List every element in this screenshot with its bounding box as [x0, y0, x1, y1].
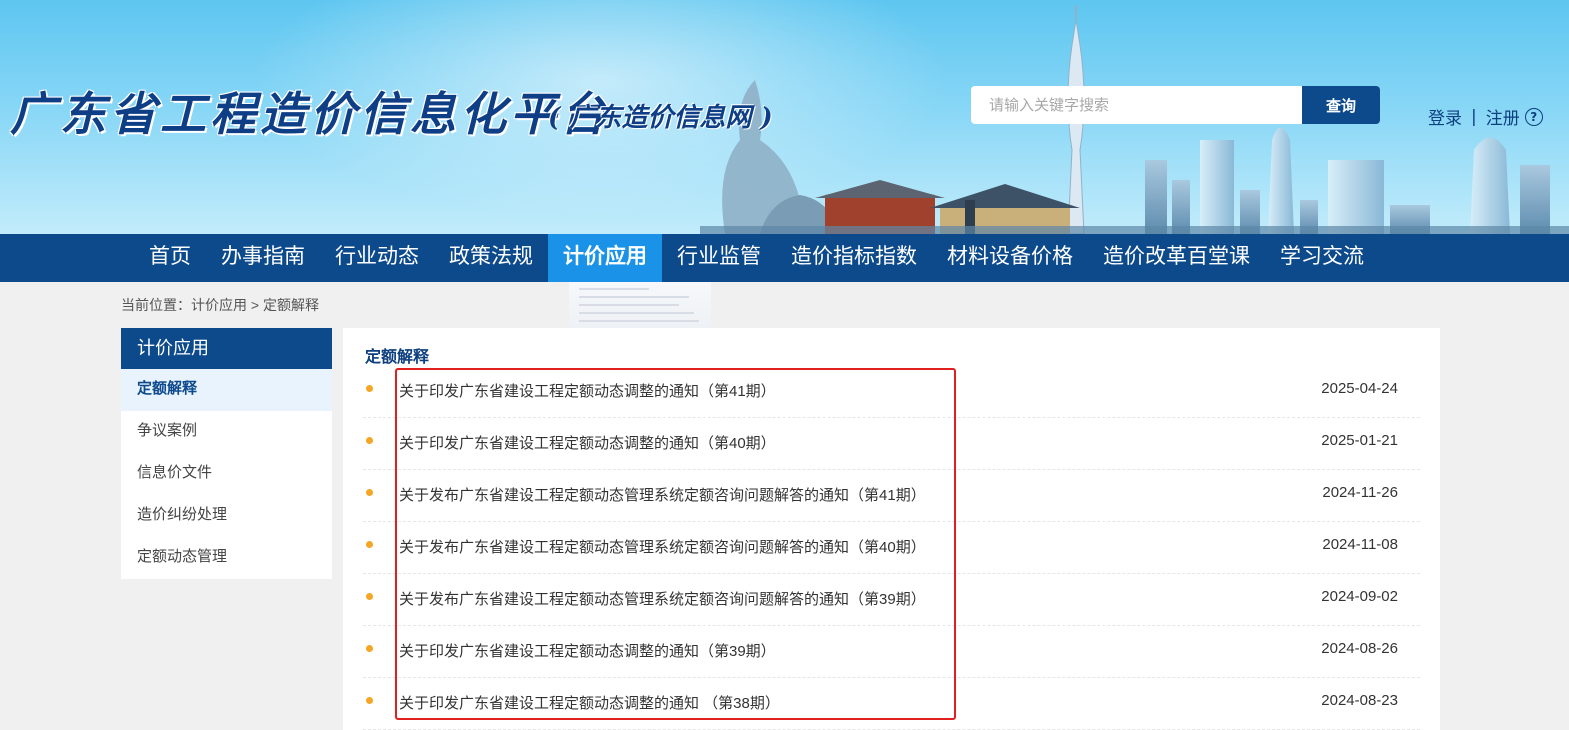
- login-link[interactable]: 登录: [1428, 104, 1462, 129]
- sidebar-item-dispute-handling[interactable]: 造价纠纷处理: [121, 495, 332, 537]
- link-separator: |: [1471, 106, 1477, 127]
- user-links: 登录 | 注册 ?: [1428, 104, 1543, 129]
- help-icon[interactable]: ?: [1524, 107, 1543, 126]
- nav-item-policies[interactable]: 政策法规: [434, 234, 548, 282]
- article-date: 2025-01-21: [1321, 432, 1398, 449]
- nav-item-home[interactable]: 首页: [134, 234, 206, 282]
- nav-item-supervision[interactable]: 行业监管: [662, 234, 776, 282]
- bullet-icon: [366, 385, 373, 392]
- bullet-icon: [366, 437, 373, 444]
- register-link[interactable]: 注册: [1486, 104, 1520, 129]
- nav-item-pricing-application[interactable]: 计价应用: [548, 234, 662, 282]
- main-nav: 首页 办事指南 行业动态 政策法规 计价应用 行业监管 造价指标指数 材料设备价…: [0, 234, 1569, 282]
- bullet-icon: [366, 593, 373, 600]
- bullet-icon: [366, 697, 373, 704]
- list-item[interactable]: 关于印发广东省建设工程定额动态调整的通知 （第38期） 2024-08-23: [363, 678, 1420, 730]
- article-date: 2024-09-02: [1321, 588, 1398, 605]
- header-banner: 广东省工程造价信息化平台 ( 广东造价信息网 ) 查询 登录 | 注册 ?: [0, 0, 1569, 234]
- article-date: 2025-04-24: [1321, 380, 1398, 397]
- list-item[interactable]: 关于印发广东省建设工程定额动态调整的通知（第40期） 2025-01-21: [363, 418, 1420, 470]
- article-title-link[interactable]: 关于印发广东省建设工程定额动态调整的通知 （第38期）: [399, 692, 780, 713]
- sidebar-item-quota-management[interactable]: 定额动态管理: [121, 537, 332, 579]
- sidebar: 计价应用 定额解释 争议案例 信息价文件 造价纠纷处理 定额动态管理: [121, 328, 332, 579]
- bullet-icon: [366, 541, 373, 548]
- sidebar-item-dispute-cases[interactable]: 争议案例: [121, 411, 332, 453]
- article-date: 2024-08-23: [1321, 692, 1398, 709]
- list-item[interactable]: 关于发布广东省建设工程定额动态管理系统定额咨询问题解答的通知（第39期） 202…: [363, 574, 1420, 626]
- list-item[interactable]: 关于印发广东省建设工程定额动态调整的通知（第39期） 2024-08-26: [363, 626, 1420, 678]
- list-item[interactable]: 关于发布广东省建设工程定额动态管理系统定额咨询问题解答的通知（第40期） 202…: [363, 522, 1420, 574]
- search-button[interactable]: 查询: [1302, 86, 1380, 124]
- article-title-link[interactable]: 关于印发广东省建设工程定额动态调整的通知（第41期）: [399, 380, 776, 401]
- article-date: 2024-08-26: [1321, 640, 1398, 657]
- sidebar-heading: 计价应用: [121, 328, 332, 369]
- article-title-link[interactable]: 关于印发广东省建设工程定额动态调整的通知（第39期）: [399, 640, 776, 661]
- article-list: 关于印发广东省建设工程定额动态调整的通知（第41期） 2025-04-24 关于…: [363, 366, 1420, 730]
- list-item[interactable]: 关于发布广东省建设工程定额动态管理系统定额咨询问题解答的通知（第41期） 202…: [363, 470, 1420, 522]
- bullet-icon: [366, 489, 373, 496]
- list-item[interactable]: 关于印发广东省建设工程定额动态调整的通知（第41期） 2025-04-24: [363, 366, 1420, 418]
- site-subtitle: ( 广东造价信息网 ): [548, 103, 773, 133]
- search-input[interactable]: [971, 86, 1302, 124]
- nav-item-reform-courses[interactable]: 造价改革百堂课: [1088, 234, 1265, 282]
- site-title: 广东省工程造价信息化平台: [10, 87, 610, 141]
- nav-item-guide[interactable]: 办事指南: [206, 234, 320, 282]
- nav-item-material-prices[interactable]: 材料设备价格: [932, 234, 1088, 282]
- breadcrumb: 当前位置：计价应用 > 定额解释: [121, 297, 319, 313]
- nav-item-learning-exchange[interactable]: 学习交流: [1265, 234, 1379, 282]
- article-title-link[interactable]: 关于发布广东省建设工程定额动态管理系统定额咨询问题解答的通知（第40期）: [399, 536, 926, 557]
- bullet-icon: [366, 645, 373, 652]
- section-title: 定额解释: [365, 349, 430, 366]
- article-title-link[interactable]: 关于印发广东省建设工程定额动态调整的通知（第40期）: [399, 432, 776, 453]
- nav-item-cost-indices[interactable]: 造价指标指数: [776, 234, 932, 282]
- nav-item-industry-news[interactable]: 行业动态: [320, 234, 434, 282]
- nav-dropdown-shadow: [569, 282, 711, 328]
- article-date: 2024-11-26: [1322, 484, 1398, 501]
- sidebar-item-price-documents[interactable]: 信息价文件: [121, 453, 332, 495]
- article-title-link[interactable]: 关于发布广东省建设工程定额动态管理系统定额咨询问题解答的通知（第39期）: [399, 588, 926, 609]
- nav-list: 首页 办事指南 行业动态 政策法规 计价应用 行业监管 造价指标指数 材料设备价…: [134, 234, 1379, 282]
- main-content: 定额解释 关于印发广东省建设工程定额动态调整的通知（第41期） 2025-04-…: [343, 328, 1440, 730]
- article-title-link[interactable]: 关于发布广东省建设工程定额动态管理系统定额咨询问题解答的通知（第41期）: [399, 484, 926, 505]
- sidebar-item-quota-explanation[interactable]: 定额解释: [121, 369, 332, 411]
- article-date: 2024-11-08: [1322, 536, 1398, 553]
